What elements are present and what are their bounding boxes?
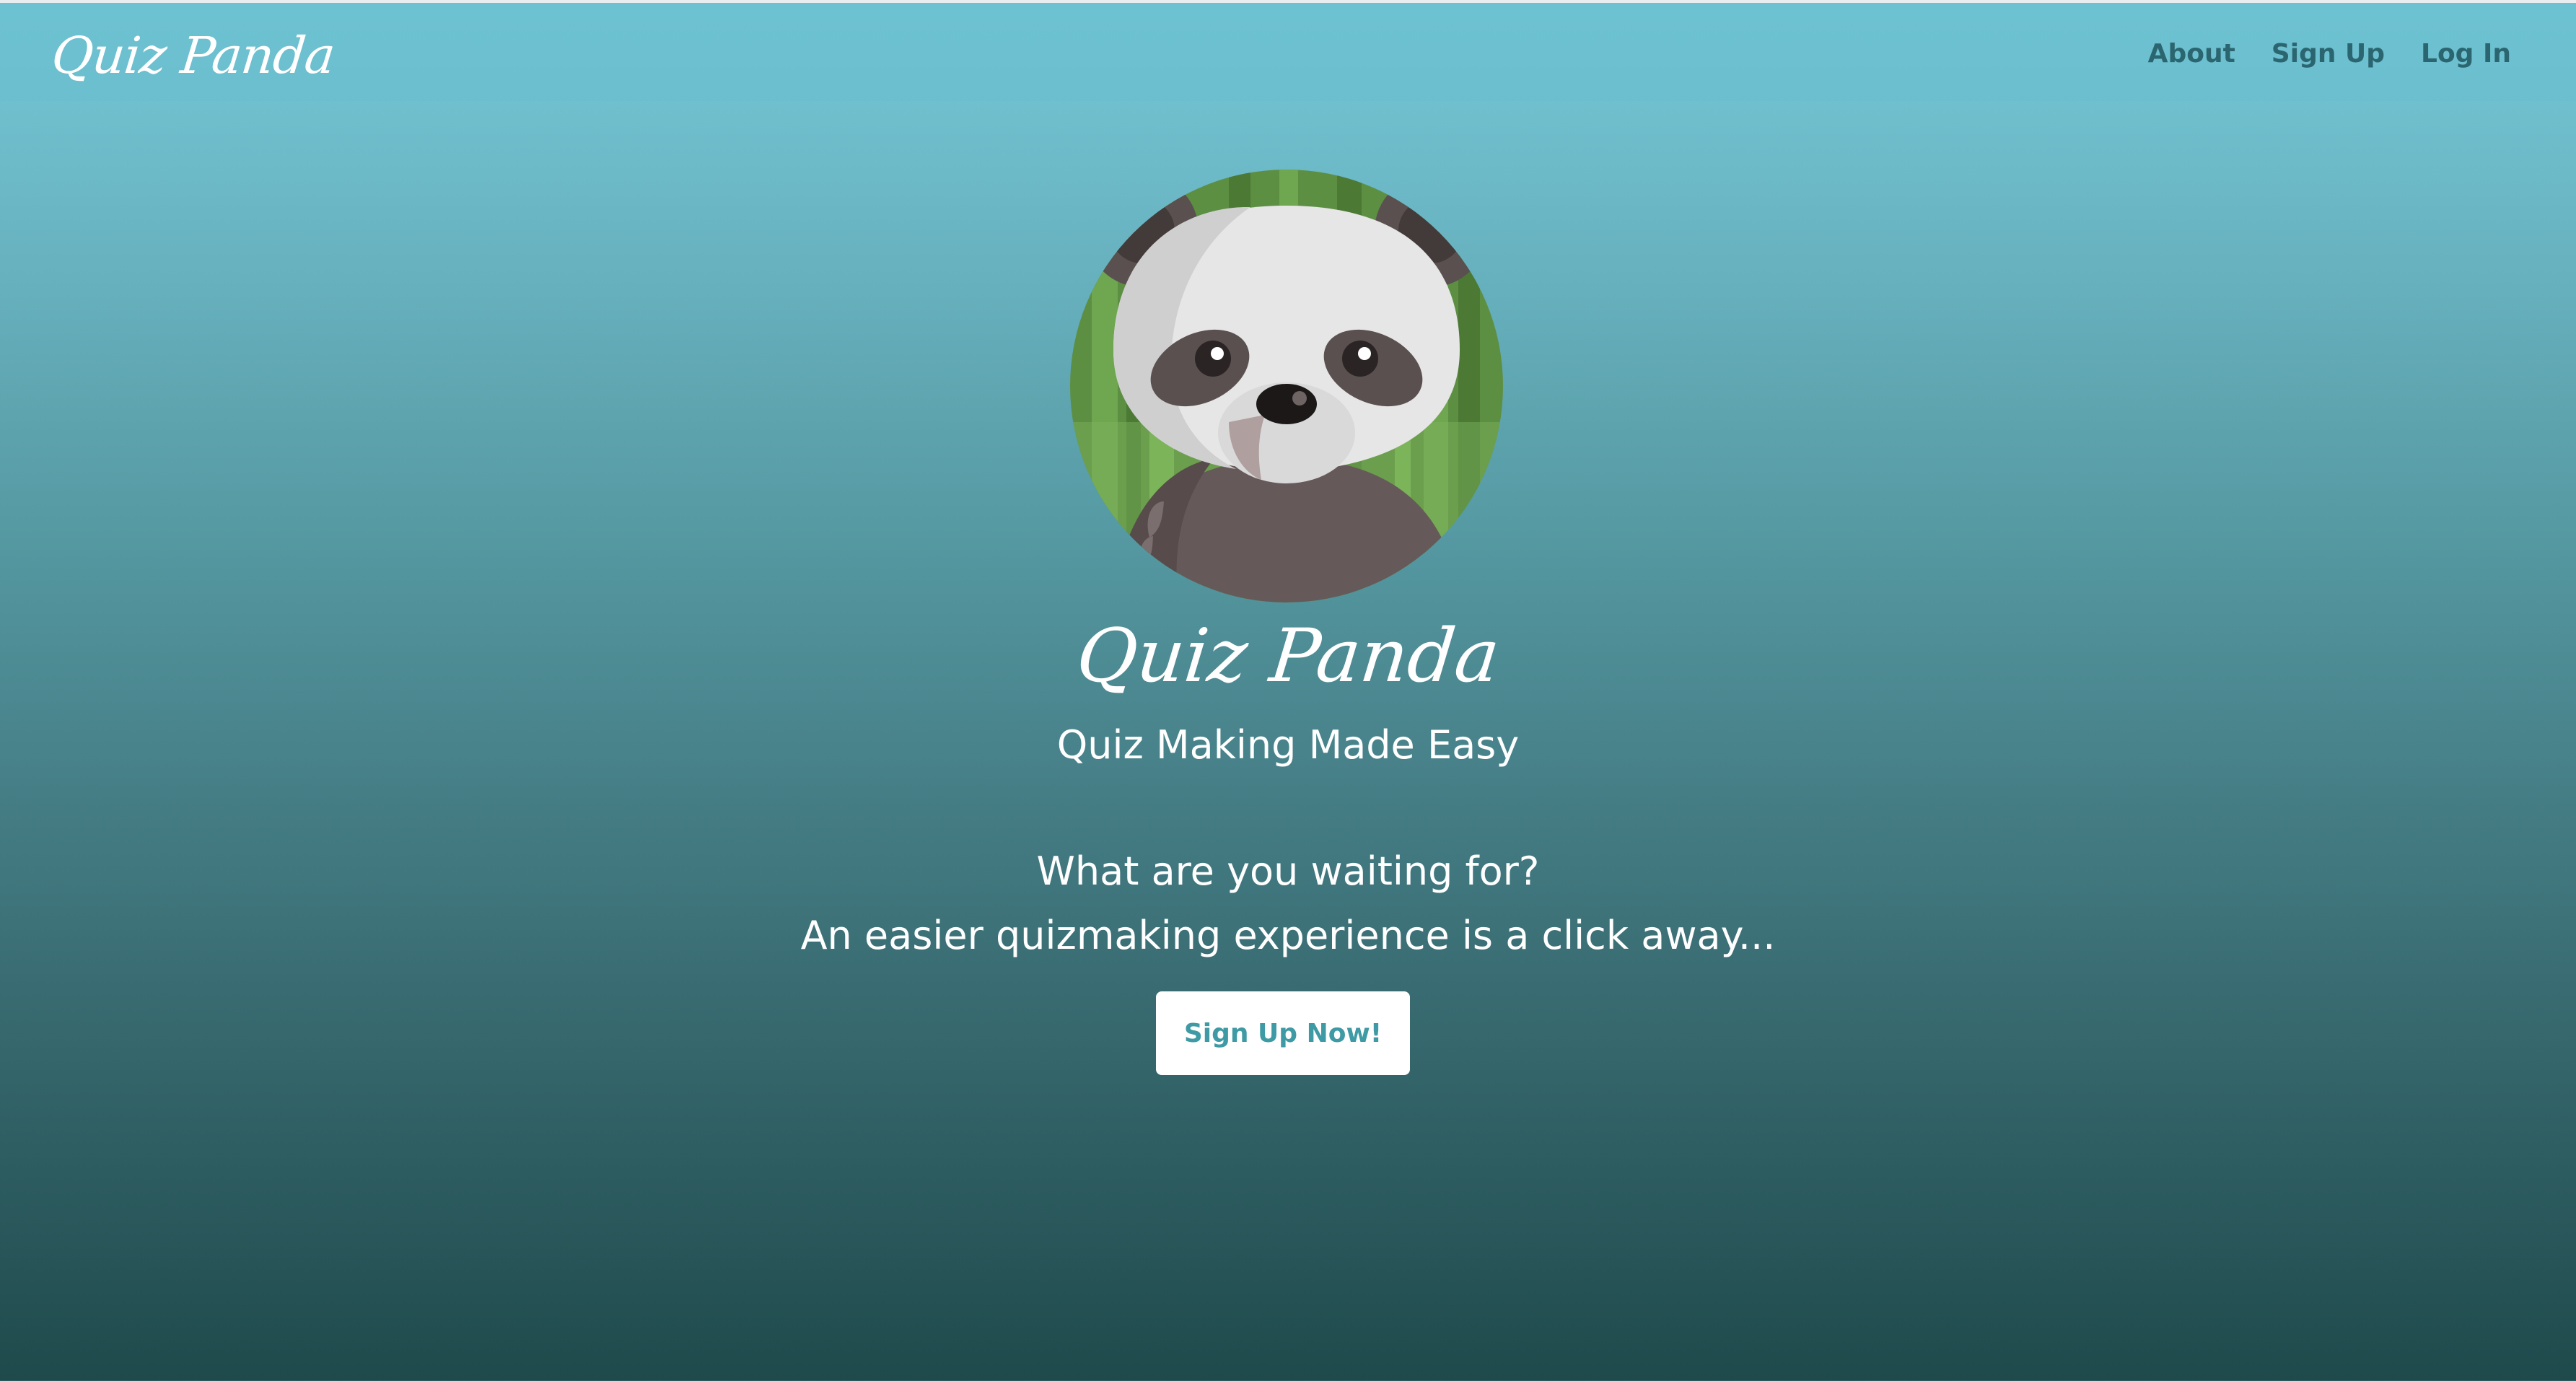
nav-login-link[interactable]: Log In <box>2421 38 2511 71</box>
panda-avatar <box>1070 170 1503 602</box>
hero-tagline: An easier quizmaking experience is a cli… <box>800 913 1776 958</box>
hero-title: Quiz Panda <box>1072 613 1504 699</box>
nav-signup-link[interactable]: Sign Up <box>2271 38 2385 71</box>
hero-question: What are you waiting for? <box>1036 849 1540 894</box>
brand-logo[interactable]: Quiz Panda <box>48 23 338 88</box>
hero-subtitle: Quiz Making Made Easy <box>1056 722 1520 768</box>
bamboo-background <box>1070 170 1503 602</box>
signup-now-button[interactable]: Sign Up Now! <box>1156 991 1410 1075</box>
nav-links: About Sign Up Log In <box>2148 38 2511 71</box>
nav-about-link[interactable]: About <box>2148 38 2235 71</box>
navbar: Quiz Panda About Sign Up Log In <box>0 3 2576 101</box>
